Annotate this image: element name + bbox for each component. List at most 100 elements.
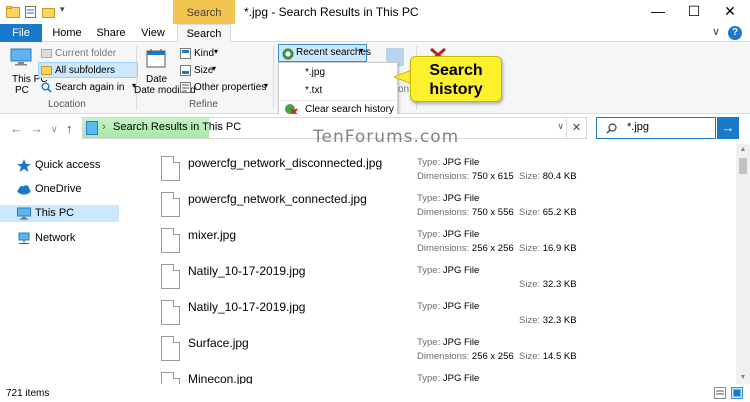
size-label: Size: (519, 243, 541, 254)
new-folder-icon[interactable] (42, 6, 56, 18)
properties-icon[interactable] (24, 6, 38, 18)
address-dropdown-icon[interactable]: ∨ (557, 121, 564, 132)
search-input-value: *.jpg (627, 121, 650, 133)
recent-search-item[interactable]: *.txt (279, 82, 397, 100)
file-dimensions: 256 x 256 (471, 351, 514, 362)
recent-searches-icon (282, 48, 294, 60)
type-label: Type: (417, 373, 441, 384)
search-go-button[interactable]: → (717, 117, 739, 139)
vertical-scrollbar[interactable]: ▲ ▼ (736, 144, 750, 384)
file-icon (161, 336, 180, 361)
scroll-down-icon[interactable]: ▼ (736, 372, 750, 384)
file-dimensions: 256 x 256 (471, 243, 514, 254)
nav-item-onedrive[interactable]: OneDrive (0, 181, 119, 198)
file-icon (161, 264, 180, 289)
status-bar: 721 items (0, 384, 750, 402)
up-arrow-icon[interactable]: ↑ (66, 121, 73, 136)
help-icon[interactable]: ? (728, 26, 742, 40)
type-label: Type: (417, 229, 441, 240)
maximize-button[interactable]: ☐ (676, 0, 712, 24)
search-again-in-button[interactable]: Search again in (55, 82, 125, 93)
tab-file[interactable]: File (0, 24, 42, 42)
close-button[interactable]: ✕ (712, 0, 748, 24)
file-row[interactable]: mixer.jpg Type: JPG File Dimensions: 256… (135, 226, 735, 262)
other-properties-button[interactable]: Other properties (194, 82, 266, 93)
scroll-thumb[interactable] (739, 158, 747, 174)
size-label: Size: (519, 315, 541, 326)
back-arrow-icon[interactable]: ← (10, 121, 23, 136)
recent-searches-menu: *.jpg *.txt Clear search history (278, 62, 398, 118)
file-row[interactable]: Surface.jpg Type: JPG File Dimensions: 2… (135, 334, 735, 370)
file-size: 80.4 KB (542, 171, 577, 182)
recent-search-item[interactable]: *.jpg (279, 64, 397, 82)
size-button[interactable]: Size (194, 65, 213, 76)
minimize-button[interactable]: — (640, 0, 676, 24)
collapse-ribbon-icon[interactable]: ∨ (712, 25, 720, 38)
nav-item-quick-access[interactable]: Quick access (0, 157, 119, 174)
breadcrumb-chevron[interactable]: › (102, 121, 106, 133)
folder-icon[interactable] (6, 6, 20, 18)
forward-arrow-icon[interactable]: → (30, 121, 43, 136)
large-icons-view-icon[interactable] (731, 387, 743, 399)
tab-home[interactable]: Home (48, 24, 86, 42)
file-type: JPG File (442, 157, 480, 168)
nav-item-network[interactable]: Network (0, 230, 119, 247)
file-row[interactable]: Natily_10-17-2019.jpg Type: JPG File Siz… (135, 298, 735, 334)
search-results-list: powercfg_network_disconnected.jpg Type: … (135, 144, 735, 384)
current-folder-icon (41, 49, 52, 58)
file-type: JPG File (442, 193, 480, 204)
breadcrumb-chevron[interactable]: › (217, 121, 221, 133)
all-subfolders-button[interactable]: All subfolders (55, 65, 115, 76)
breadcrumb-location[interactable]: Search Results in This PC (113, 121, 241, 133)
this-pc-icon (10, 48, 32, 66)
group-refine: Refine (189, 99, 218, 110)
search-tools-context-tab: Search Tools (173, 0, 235, 45)
recent-searches-button[interactable]: Recent searches ▾ (278, 44, 371, 62)
star-icon (17, 159, 31, 172)
recent-locations-icon[interactable]: ∨ (51, 124, 58, 135)
dimensions-label: Dimensions: (417, 171, 470, 182)
callout-line-2: history (429, 81, 483, 98)
file-name: Minecon.jpg (188, 372, 253, 384)
tab-view[interactable]: View (136, 24, 170, 42)
tab-share[interactable]: Share (92, 24, 130, 42)
file-name: Natily_10-17-2019.jpg (188, 300, 306, 314)
search-field[interactable]: *.jpg (596, 117, 716, 139)
details-view-icon[interactable] (714, 387, 726, 399)
file-icon (161, 156, 180, 181)
quick-access-dropdown-icon[interactable]: ▾ (60, 4, 74, 16)
cancel-search-icon[interactable]: ✕ (566, 117, 587, 139)
file-row[interactable]: Natily_10-17-2019.jpg Type: JPG File Siz… (135, 262, 735, 298)
type-label: Type: (417, 265, 441, 276)
nav-item-this-pc[interactable]: This PC (0, 205, 119, 222)
size-icon (180, 65, 191, 76)
file-row[interactable]: powercfg_network_connected.jpg Type: JPG… (135, 190, 735, 226)
file-size: 14.5 KB (542, 351, 577, 362)
type-label: Type: (417, 337, 441, 348)
tab-search[interactable]: Search (177, 24, 231, 43)
file-row[interactable]: Minecon.jpg Type: JPG File (135, 370, 735, 384)
search-icon (606, 123, 617, 134)
file-row[interactable]: powercfg_network_disconnected.jpg Type: … (135, 154, 735, 190)
ribbon-tabs: File Home Share View Search ∨ ? (0, 24, 750, 43)
file-size: 32.3 KB (542, 279, 577, 290)
callout-line-1: Search (429, 62, 483, 79)
kind-dropdown-icon[interactable]: ▾ (214, 47, 218, 56)
other-properties-icon (180, 82, 191, 93)
scroll-up-icon[interactable]: ▲ (736, 144, 750, 156)
network-icon (18, 232, 30, 244)
window-title: *.jpg - Search Results in This PC (244, 5, 419, 19)
file-name: powercfg_network_disconnected.jpg (188, 156, 383, 170)
other-properties-dropdown-icon[interactable]: ▾ (264, 81, 268, 90)
navigation-pane: Quick access OneDrive This PC Network (0, 144, 135, 384)
size-dropdown-icon[interactable]: ▾ (212, 64, 216, 73)
nav-item-label: Network (35, 232, 76, 244)
dimensions-label: Dimensions: (417, 207, 470, 218)
calendar-icon (146, 49, 166, 68)
recent-searches-dropdown-icon: ▾ (359, 46, 364, 55)
nav-item-label: This PC (35, 207, 75, 219)
subfolders-icon (41, 66, 52, 75)
file-name: Natily_10-17-2019.jpg (188, 264, 306, 278)
kind-button[interactable]: Kind (194, 48, 214, 59)
current-folder-button[interactable]: Current folder (55, 48, 116, 59)
